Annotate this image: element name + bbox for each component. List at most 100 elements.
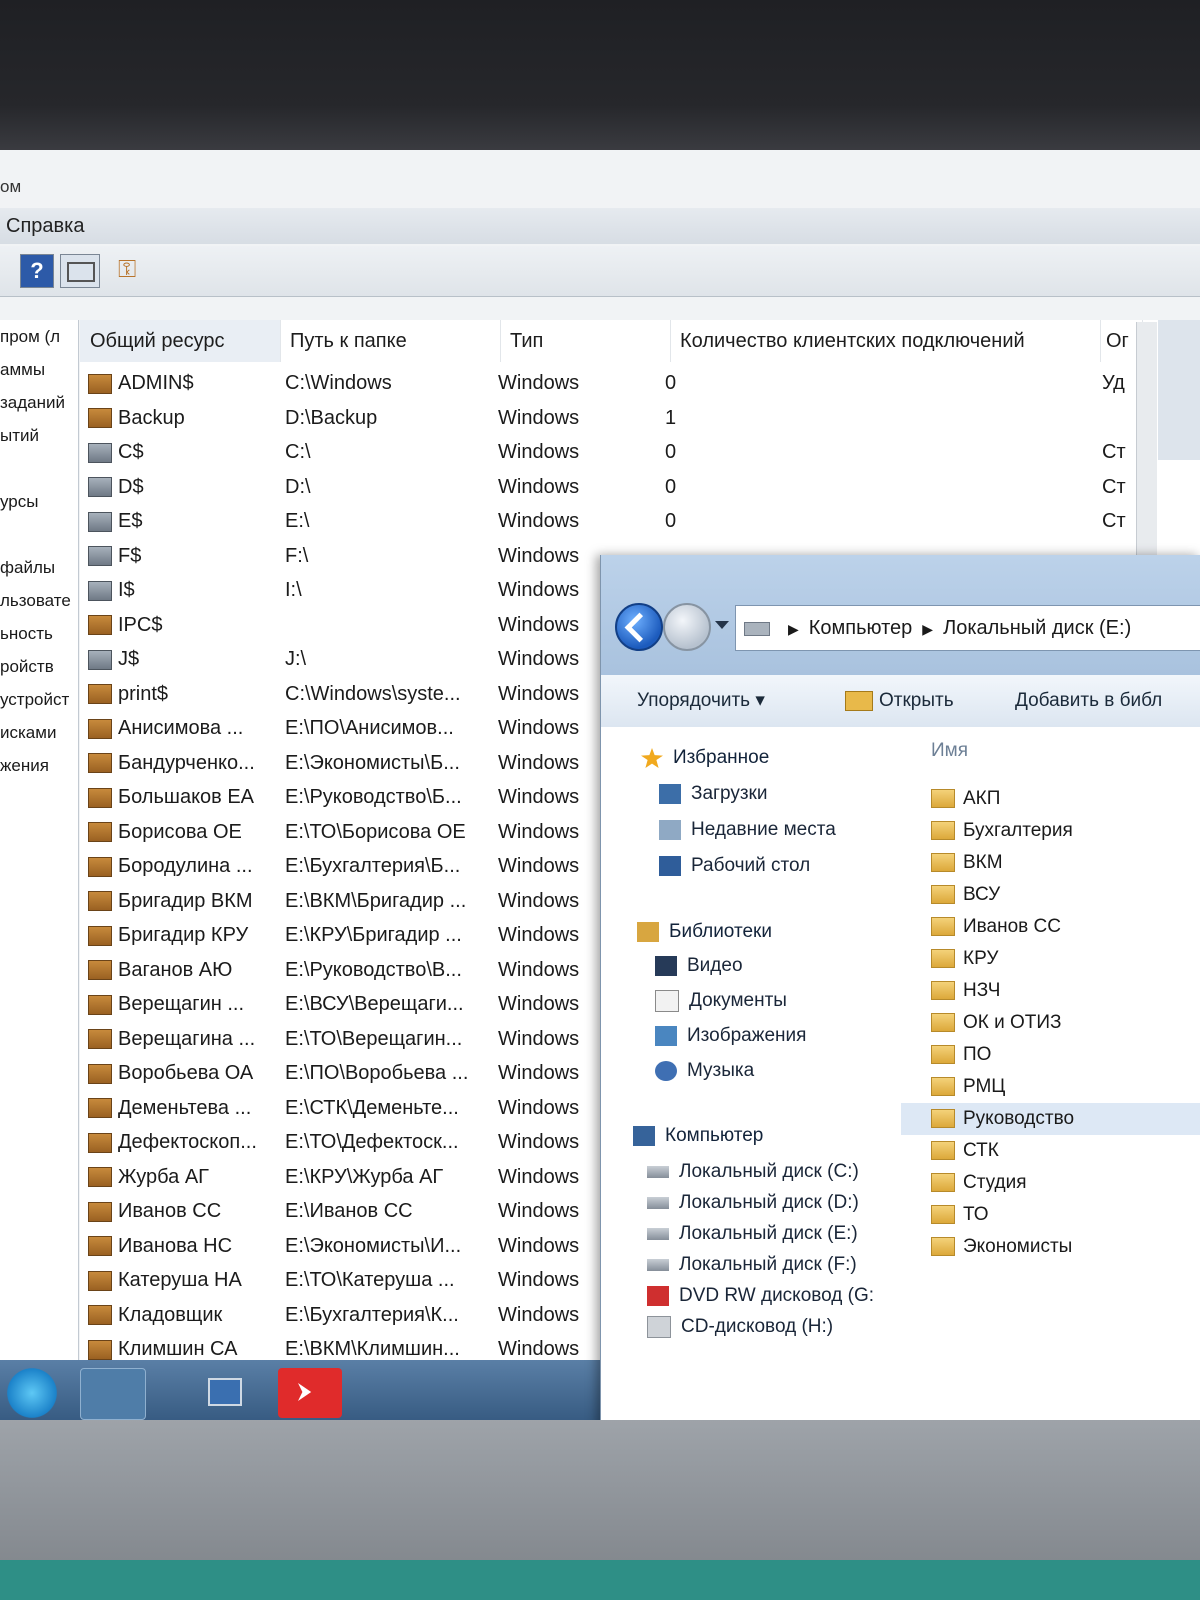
share-icon bbox=[88, 1029, 112, 1050]
show-hide-console-tree-icon[interactable] bbox=[60, 254, 100, 288]
console-tree-item[interactable]: заданий bbox=[0, 386, 78, 419]
folder-item[interactable]: НЗЧ bbox=[901, 975, 1200, 1007]
forward-button[interactable] bbox=[663, 603, 711, 651]
share-icon bbox=[88, 718, 112, 739]
explorer-window: ▶ Компьютер ▶ Локальный диск (E:) Упорядочи… bbox=[600, 555, 1200, 1435]
share-row[interactable]: C$ C:\ Windows 0 Ст bbox=[80, 435, 1140, 469]
share-icon bbox=[88, 408, 112, 429]
folder-item[interactable]: ПО bbox=[901, 1039, 1200, 1071]
folder-icon bbox=[931, 1045, 955, 1065]
console-tree-item[interactable]: урсы bbox=[0, 485, 78, 518]
server-manager-icon[interactable] bbox=[80, 1368, 146, 1420]
open-button[interactable]: Открыть bbox=[845, 675, 954, 727]
console-tree[interactable]: пром (л аммы заданий ытий урсы файлы льзовате ь… bbox=[0, 320, 79, 1440]
breadcrumb-drive[interactable]: Локальный диск (E:) bbox=[943, 617, 1131, 639]
share-path-cell: E:\Бухгалтерия\К... bbox=[285, 1303, 459, 1326]
nav-libraries[interactable]: Библиотеки bbox=[637, 915, 772, 949]
organize-button[interactable]: Упорядочить ▾ bbox=[637, 675, 765, 727]
nav-drive-item[interactable]: Локальный диск (E:) bbox=[647, 1217, 858, 1251]
console-tree-item[interactable]: жения bbox=[0, 749, 78, 782]
internet-explorer-icon[interactable] bbox=[0, 1368, 64, 1418]
column-header-path[interactable]: Путь к папке bbox=[280, 320, 501, 362]
share-name: IPC$ bbox=[118, 613, 163, 636]
console-tree-item[interactable] bbox=[0, 452, 78, 485]
console-tree-item[interactable]: аммы bbox=[0, 353, 78, 386]
column-header-share[interactable]: Общий ресурс bbox=[80, 320, 281, 362]
share-icon bbox=[88, 1201, 112, 1222]
nav-drive-item[interactable]: Локальный диск (C:) bbox=[647, 1155, 859, 1189]
nav-drive-item[interactable]: Локальный диск (D:) bbox=[647, 1186, 859, 1220]
nav-library-item[interactable]: Изображения bbox=[655, 1019, 806, 1053]
console-tree-item[interactable]: льзовате bbox=[0, 584, 78, 617]
cd-drive-icon bbox=[647, 1315, 671, 1338]
share-row[interactable]: ADMIN$ C:\Windows Windows 0 Уд bbox=[80, 366, 1140, 400]
nav-favorite-item[interactable]: Загрузки bbox=[659, 777, 767, 811]
folder-item[interactable]: ТО bbox=[901, 1199, 1200, 1231]
nav-drive-item[interactable]: DVD RW дисковод (G: bbox=[647, 1279, 874, 1313]
menu-help[interactable]: Справка bbox=[0, 215, 84, 237]
folder-item[interactable]: АКП bbox=[901, 783, 1200, 815]
folder-item[interactable]: КРУ bbox=[901, 943, 1200, 975]
share-icon bbox=[88, 753, 112, 774]
share-row[interactable]: E$ E:\ Windows 0 Ст bbox=[80, 504, 1140, 538]
share-path-cell: E:\КРУ\Бригадир ... bbox=[285, 924, 462, 946]
share-row[interactable]: Backup D:\Backup Windows 1 bbox=[80, 401, 1140, 435]
console-tree-item[interactable]: ытий bbox=[0, 419, 78, 452]
folder-item[interactable]: РМЦ bbox=[901, 1071, 1200, 1103]
nav-drive-item-label: CD-дисковод (H:) bbox=[681, 1316, 834, 1337]
back-button[interactable] bbox=[615, 603, 663, 651]
folder-item[interactable]: СТК bbox=[901, 1135, 1200, 1167]
recent-pages-dropdown[interactable] bbox=[715, 621, 729, 629]
remote-app-icon[interactable] bbox=[278, 1368, 342, 1418]
console-tree-item[interactable]: исками bbox=[0, 716, 78, 749]
folder-item[interactable]: Руководство bbox=[901, 1103, 1200, 1135]
share-name: Ваганов АЮ bbox=[118, 958, 233, 981]
share-row[interactable]: D$ D:\ Windows 0 Ст bbox=[80, 470, 1140, 504]
nav-library-item[interactable]: Видео bbox=[655, 949, 743, 983]
console-tree-item[interactable]: ройств bbox=[0, 650, 78, 683]
share-path-cell: E:\ВСУ\Верещаги... bbox=[285, 993, 464, 1015]
file-list: Имя АКП Бухгалтерия ВКМ ВСУ Иванов СС КРУ НЗЧ О… bbox=[901, 727, 1200, 1435]
hard-drive-icon bbox=[647, 1258, 669, 1271]
console-tree-item[interactable]: устройст bbox=[0, 683, 78, 716]
folder-icon bbox=[931, 949, 955, 969]
folder-item[interactable]: Студия bbox=[901, 1167, 1200, 1199]
nav-drive-item[interactable]: Локальный диск (F:) bbox=[647, 1248, 857, 1282]
breadcrumb-separator-icon: ▶ bbox=[788, 621, 799, 637]
folder-item[interactable]: Бухгалтерия bbox=[901, 815, 1200, 847]
share-path-cell: E:\ТО\Верещагин... bbox=[285, 1027, 463, 1050]
console-tree-item[interactable]: файлы bbox=[0, 551, 78, 584]
share-name-cell: Бандурченко... bbox=[88, 746, 273, 780]
share-name-cell: I$ bbox=[88, 573, 273, 607]
folder-item[interactable]: ОК и ОТИЗ bbox=[901, 1007, 1200, 1039]
share-name: Бандурченко... bbox=[118, 751, 255, 774]
column-header-name[interactable]: Имя bbox=[931, 733, 968, 769]
nav-favorite-item[interactable]: Недавние места bbox=[659, 813, 836, 847]
folder-item[interactable]: Экономисты bbox=[901, 1231, 1200, 1263]
folder-item[interactable]: ВКМ bbox=[901, 847, 1200, 879]
folder-item[interactable]: Иванов СС bbox=[901, 911, 1200, 943]
nav-library-item[interactable]: Музыка bbox=[655, 1054, 754, 1088]
help-icon[interactable]: ? bbox=[20, 254, 54, 288]
folder-name: ВСУ bbox=[963, 884, 1001, 905]
share-icon bbox=[88, 1167, 112, 1188]
share-name: Борисова ОЕ bbox=[118, 820, 242, 843]
console-tree-item[interactable] bbox=[0, 518, 78, 551]
console-tree-item[interactable]: пром (л bbox=[0, 320, 78, 353]
share-name-cell: Деменьтева ... bbox=[88, 1091, 273, 1125]
pictures-icon bbox=[655, 1025, 677, 1046]
address-bar[interactable]: ▶ Компьютер ▶ Локальный диск (E:) bbox=[735, 605, 1200, 651]
column-header-type[interactable]: Тип bbox=[500, 320, 671, 362]
nav-favorite-item[interactable]: Рабочий стол bbox=[659, 849, 810, 883]
nav-favorites[interactable]: Избранное bbox=[641, 741, 769, 775]
nav-computer[interactable]: Компьютер bbox=[633, 1119, 763, 1153]
folder-item[interactable]: ВСУ bbox=[901, 879, 1200, 911]
console-tree-item[interactable]: ьность bbox=[0, 617, 78, 650]
network-icon[interactable] bbox=[190, 1368, 254, 1418]
nav-drive-item[interactable]: CD-дисковод (H:) bbox=[647, 1310, 833, 1344]
add-to-library-button[interactable]: Добавить в библ bbox=[1015, 675, 1162, 727]
column-header-clients[interactable]: Количество клиентских подключений bbox=[670, 320, 1101, 362]
breadcrumb-computer[interactable]: Компьютер bbox=[809, 617, 913, 639]
new-share-icon[interactable]: ⚿ bbox=[118, 254, 150, 286]
nav-library-item[interactable]: Документы bbox=[655, 984, 787, 1018]
